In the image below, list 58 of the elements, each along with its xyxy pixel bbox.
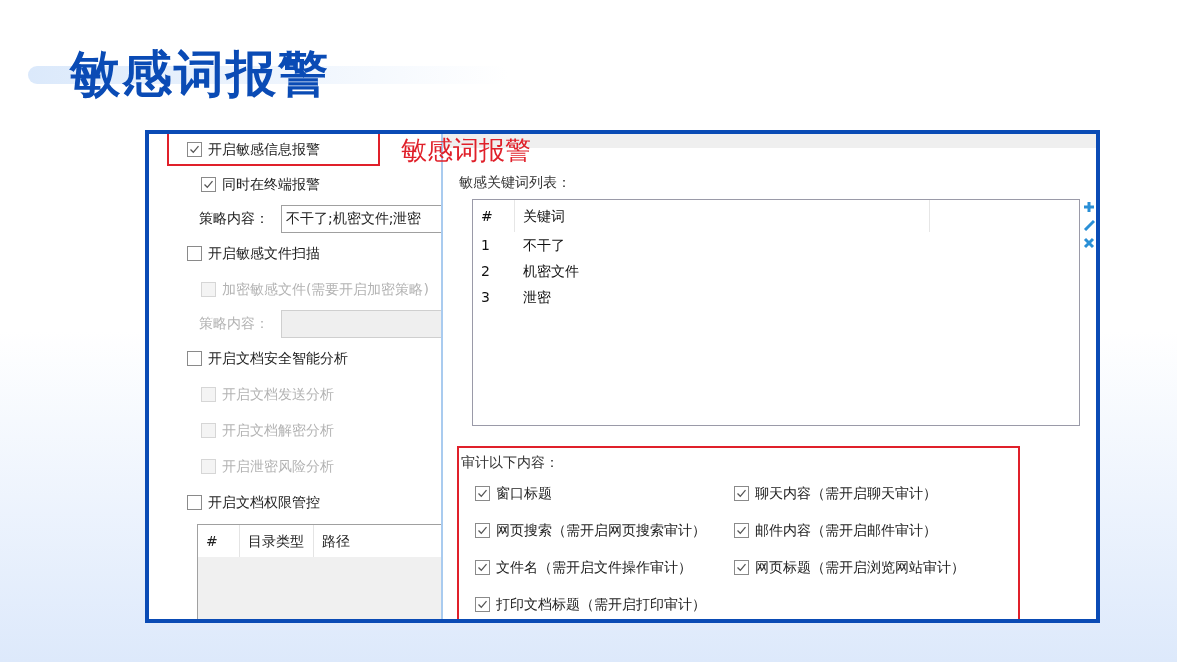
checkbox-label: 开启文档解密分析 <box>222 420 334 440</box>
checkbox[interactable] <box>734 486 749 501</box>
check-icon <box>477 562 488 573</box>
check-icon <box>736 562 747 573</box>
checkbox-label: 打印文档标题（需开启打印审计） <box>496 595 706 614</box>
close-icon[interactable] <box>1083 237 1095 249</box>
checkbox[interactable] <box>187 350 202 366</box>
audit-label: 审计以下内容： <box>461 453 560 472</box>
check-icon <box>736 488 747 499</box>
check-icon <box>477 488 488 499</box>
table-cell-text: 3 <box>480 287 491 307</box>
check-icon <box>736 525 747 536</box>
field-label: 策略内容： <box>199 209 270 228</box>
checkbox-label: 开启文档安全智能分析 <box>208 348 348 368</box>
checkbox[interactable] <box>734 560 749 575</box>
checkbox[interactable] <box>734 523 749 538</box>
column-header: 目录类型 <box>240 525 314 557</box>
table-cell-text: 2 <box>480 261 491 281</box>
plus-icon[interactable] <box>1083 201 1095 213</box>
checkbox[interactable] <box>187 245 202 261</box>
annotation-label: 敏感词报警 <box>401 134 531 166</box>
checkbox[interactable] <box>201 176 216 192</box>
checkbox-label: 开启泄密风险分析 <box>222 456 334 476</box>
checkbox-label: 网页标题（需开启浏览网站审计） <box>755 558 965 577</box>
checkbox[interactable] <box>475 597 490 612</box>
column-header: 关键词 <box>515 200 930 232</box>
column-header: 路径 <box>321 531 351 551</box>
checkbox[interactable] <box>187 494 202 510</box>
checkbox-label: 同时在终端报警 <box>222 174 320 194</box>
checkbox[interactable] <box>475 560 490 575</box>
check-icon <box>189 143 200 155</box>
column-header: # <box>473 200 515 232</box>
slide-title: 敏感词报警 <box>70 43 330 105</box>
checkbox[interactable] <box>475 486 490 501</box>
checkbox-label: 邮件内容（需开启邮件审计） <box>755 521 937 540</box>
checkbox[interactable] <box>187 141 202 157</box>
checkbox-label: 网页搜索（需开启网页搜索审计） <box>496 521 706 540</box>
check-icon <box>203 178 214 190</box>
checkbox-label: 开启敏感文件扫描 <box>208 243 320 263</box>
check-icon <box>477 599 488 610</box>
column-header: # <box>198 525 240 557</box>
checkbox-label: 聊天内容（需开启聊天审计） <box>755 484 937 503</box>
pencil-icon[interactable] <box>1083 219 1095 231</box>
checkbox-label: 文件名（需开启文件操作审计） <box>496 558 692 577</box>
check-icon <box>477 525 488 536</box>
table-cell-text: 机密文件 <box>522 261 580 281</box>
field-label: 策略内容： <box>199 314 270 333</box>
table-cell-text: 不干了 <box>522 235 566 255</box>
table-cell-text: 泄密 <box>522 287 552 307</box>
keyword-list-label: 敏感关键词列表： <box>459 173 572 192</box>
checkbox[interactable] <box>475 523 490 538</box>
checkbox-label: 开启敏感信息报警 <box>208 139 320 159</box>
table-cell-text: 1 <box>480 235 491 255</box>
checkbox-label: 窗口标题 <box>496 484 552 503</box>
checkbox-label: 加密敏感文件(需要开启加密策略) <box>222 279 429 299</box>
checkbox-label: 开启文档权限管控 <box>208 492 320 512</box>
checkbox-label: 开启文档发送分析 <box>222 384 334 404</box>
input-field[interactable]: 不干了;机密文件;泄密 <box>281 204 441 233</box>
